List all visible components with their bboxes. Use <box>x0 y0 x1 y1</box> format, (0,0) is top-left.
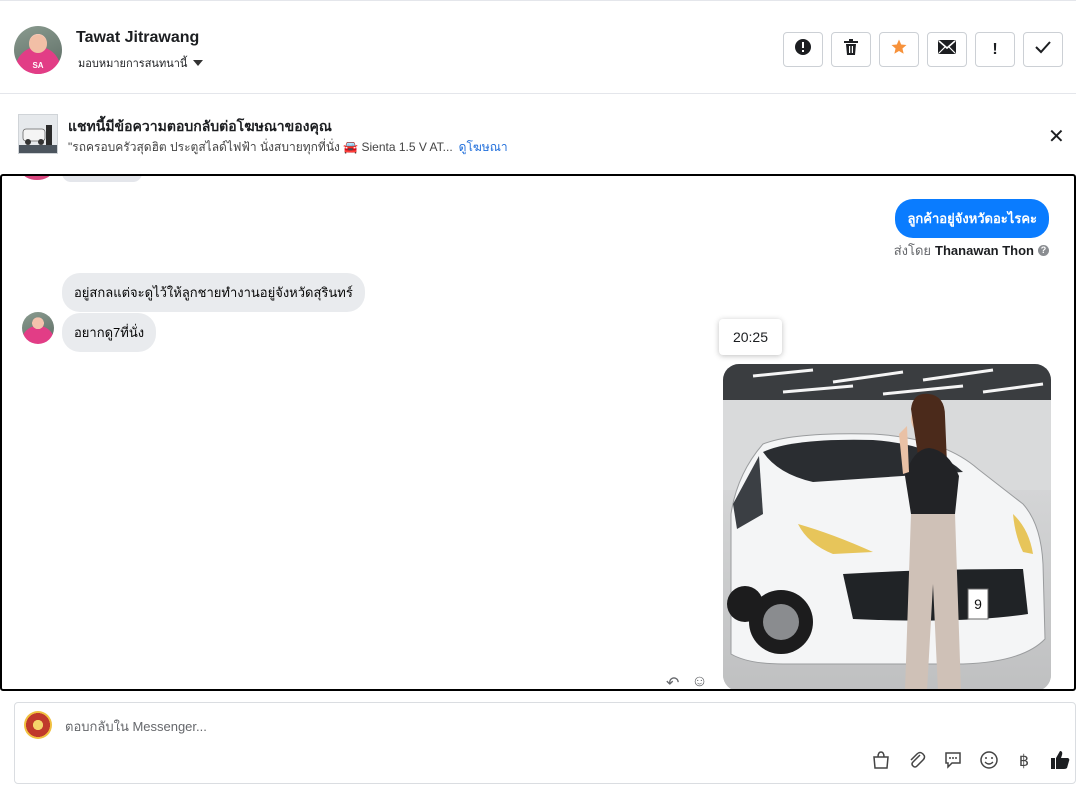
ad-banner-title: แชทนี้มีข้อความตอบกลับต่อโฆษณาของคุณ <box>68 118 332 134</box>
sent-by-label: ส่งโดย Thanawan Thon ? <box>894 240 1049 261</box>
shopping-bag-icon[interactable] <box>870 749 892 771</box>
reply-composer: ฿ <box>14 702 1076 784</box>
exclamation-icon: ! <box>992 40 998 58</box>
help-icon[interactable]: ? <box>1038 245 1049 256</box>
star-button[interactable] <box>879 32 919 67</box>
envelope-icon <box>938 40 956 59</box>
incoming-message[interactable]: อยากดู7ที่นั่ง <box>62 313 157 352</box>
message-thread[interactable]: ลูกค้าอยู่จังหวัดอะไรคะ ส่งโดย Thanawan … <box>0 174 1076 691</box>
star-icon <box>890 38 908 61</box>
incoming-message[interactable]: อยู่สกลแต่จะดูไว้ให้ลูกชายทำงานอยู่จังหว… <box>62 273 365 312</box>
assign-conversation-dropdown[interactable]: มอบหมายการสนทนานี้ <box>78 54 204 72</box>
check-icon <box>1035 40 1051 59</box>
avatar <box>22 176 52 180</box>
page-avatar <box>24 711 52 739</box>
view-ad-link[interactable]: ดูโฆษณา <box>459 140 508 154</box>
sent-by-prefix: ส่งโดย <box>893 243 932 258</box>
mark-spam-button[interactable] <box>783 32 823 67</box>
follow-up-button[interactable]: ! <box>975 32 1015 67</box>
message-actions: ↶ ☺ <box>666 673 708 689</box>
trash-icon <box>843 38 859 61</box>
alert-circle-icon <box>794 38 812 61</box>
license-plate-fragment: 9 <box>974 596 982 612</box>
attached-car-photo[interactable]: 9 <box>723 364 1051 689</box>
ad-banner-description: "รถครอบครัวสุดฮิต ประตูสไลด์ไฟฟ้า นั่งสบ… <box>68 138 508 157</box>
baht-icon[interactable]: ฿ <box>1013 749 1035 771</box>
ad-reply-banner: แชทนี้มีข้อความตอบกลับต่อโฆษณาของคุณ "รถ… <box>0 94 1076 174</box>
contact-avatar[interactable]: SA <box>14 26 62 74</box>
thumbs-up-icon[interactable] <box>1049 749 1071 771</box>
mark-done-button[interactable] <box>1023 32 1063 67</box>
ad-thumbnail[interactable] <box>18 114 58 154</box>
mark-unread-button[interactable] <box>927 32 967 67</box>
chevron-down-icon <box>193 60 204 66</box>
reply-icon[interactable]: ↶ <box>666 673 679 689</box>
delete-button[interactable] <box>831 32 871 67</box>
react-emoji-icon[interactable]: ☺ <box>691 673 707 689</box>
svg-text:SA: SA <box>32 61 43 70</box>
contact-avatar-small[interactable] <box>22 312 54 344</box>
close-icon[interactable]: ✕ <box>1048 124 1065 149</box>
paperclip-icon[interactable] <box>906 749 928 771</box>
contact-name[interactable]: Tawat Jitrawang <box>76 29 199 47</box>
conversation-header: SA Tawat Jitrawang มอบหมายการสนทนานี้ ! <box>0 0 1076 94</box>
ad-description-text: "รถครอบครัวสุดฮิต ประตูสไลด์ไฟฟ้า นั่งสบ… <box>68 140 453 154</box>
message-bubble-partial <box>62 176 142 182</box>
assign-label: มอบหมายการสนทนานี้ <box>78 58 188 70</box>
outgoing-message[interactable]: ลูกค้าอยู่จังหวัดอะไรคะ <box>895 199 1049 238</box>
timestamp-tooltip: 20:25 <box>719 319 782 355</box>
reply-input[interactable] <box>63 715 967 737</box>
emoji-icon[interactable] <box>978 749 1000 771</box>
sender-name: Thanawan Thon <box>935 243 1034 258</box>
chat-bubble-icon[interactable] <box>942 749 964 771</box>
